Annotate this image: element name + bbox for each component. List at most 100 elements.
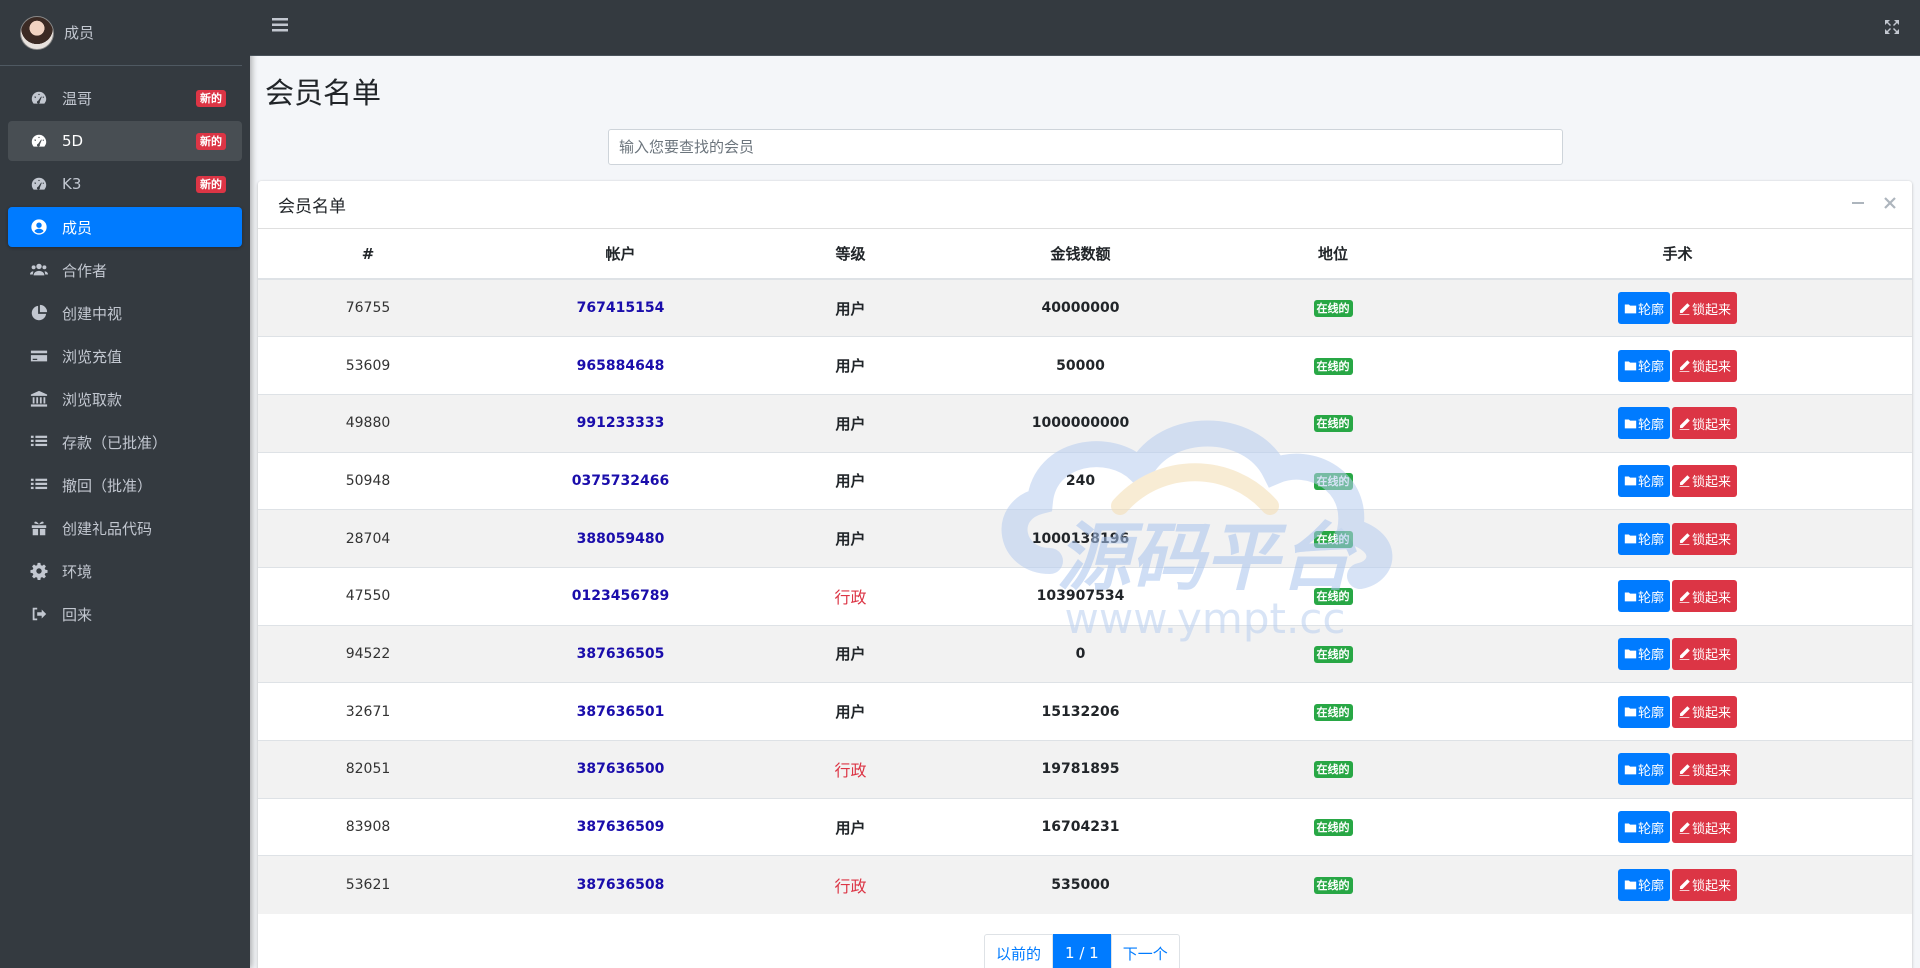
lock-button[interactable]: 锁起来 <box>1672 753 1738 786</box>
member-account-link[interactable]: 0123456789 <box>478 566 763 626</box>
user-panel[interactable]: 成员 <box>0 0 242 66</box>
pie-chart-icon <box>28 304 50 322</box>
sidebar-item-10[interactable]: 撤回（批准） <box>8 465 242 505</box>
status-cell: 在线的 <box>1223 278 1443 337</box>
sidebar-item-12[interactable]: 环境 <box>8 551 242 591</box>
current-page[interactable]: 1 / 1 <box>1053 934 1111 968</box>
member-account-link[interactable]: 0375732466 <box>478 451 763 510</box>
status-cell: 在线的 <box>1223 624 1443 683</box>
sidebar-item-label: K3 <box>62 175 82 193</box>
lock-button-label: 锁起来 <box>1692 706 1732 722</box>
new-badge: 新的 <box>196 176 226 193</box>
lock-button[interactable]: 锁起来 <box>1672 407 1738 440</box>
sidebar-item-label: 环境 <box>62 562 93 581</box>
sidebar-item-7[interactable]: 浏览充值 <box>8 336 242 376</box>
sidebar-item-label: 温哥 <box>62 89 93 108</box>
col-header-id: # <box>258 229 478 280</box>
member-account-link[interactable]: 991233333 <box>478 393 763 453</box>
member-search-input[interactable] <box>608 129 1563 165</box>
member-id: 83908 <box>258 797 478 856</box>
lock-button[interactable]: 锁起来 <box>1672 292 1738 325</box>
profile-button[interactable]: 轮廓 <box>1617 580 1670 613</box>
profile-button-label: 轮廓 <box>1637 590 1664 606</box>
user-name: 成员 <box>64 24 95 42</box>
status-badge: 在线的 <box>1313 472 1353 490</box>
status-cell: 在线的 <box>1223 682 1443 741</box>
lock-button[interactable]: 锁起来 <box>1672 811 1738 844</box>
close-icon[interactable] <box>1882 195 1898 211</box>
member-account-link[interactable]: 387636509 <box>478 797 763 856</box>
table-header-row: # 帐户 等级 金钱数额 地位 手术 <box>258 229 1912 280</box>
pencil-icon <box>1678 878 1692 892</box>
status-badge: 在线的 <box>1313 761 1353 779</box>
sidebar-item-1[interactable]: 温哥 新的 <box>8 78 242 118</box>
sidebar-item-9[interactable]: 存款（已批准） <box>8 422 242 462</box>
profile-button[interactable]: 轮廓 <box>1617 464 1670 497</box>
lock-button[interactable]: 锁起来 <box>1672 868 1738 901</box>
collapse-icon[interactable] <box>1850 195 1866 211</box>
lock-button[interactable]: 锁起来 <box>1672 349 1738 382</box>
sidebar-item-label: 创建中视 <box>62 304 123 323</box>
lock-button[interactable]: 锁起来 <box>1672 464 1738 497</box>
member-level: 用户 <box>763 509 938 568</box>
profile-button[interactable]: 轮廓 <box>1617 522 1670 555</box>
sidebar-item-8[interactable]: 浏览取款 <box>8 379 242 419</box>
member-account-link[interactable]: 388059480 <box>478 509 763 568</box>
profile-button[interactable]: 轮廓 <box>1617 868 1670 901</box>
member-account-link[interactable]: 387636501 <box>478 682 763 741</box>
member-account-link[interactable]: 387636508 <box>478 855 763 914</box>
sidebar-item-2[interactable]: 5D 新的 <box>8 121 242 161</box>
profile-button[interactable]: 轮廓 <box>1617 637 1670 670</box>
member-level: 行政 <box>763 566 938 626</box>
lock-button[interactable]: 锁起来 <box>1672 695 1738 728</box>
sidebar-item-label: 浏览取款 <box>62 390 123 409</box>
member-money: 1000138196 <box>938 509 1223 568</box>
profile-button[interactable]: 轮廓 <box>1617 811 1670 844</box>
lock-button[interactable]: 锁起来 <box>1672 580 1738 613</box>
profile-button[interactable]: 轮廓 <box>1617 695 1670 728</box>
profile-button[interactable]: 轮廓 <box>1617 753 1670 786</box>
lock-button-label: 锁起来 <box>1692 821 1732 837</box>
lock-button[interactable]: 锁起来 <box>1672 637 1738 670</box>
member-account-link[interactable]: 387636505 <box>478 624 763 683</box>
lock-button-label: 锁起来 <box>1692 360 1732 376</box>
pencil-icon <box>1678 705 1692 719</box>
list-icon <box>28 476 50 494</box>
member-account-link[interactable]: 387636500 <box>478 740 763 799</box>
member-account-link[interactable]: 767415154 <box>478 278 763 337</box>
table-row: 49880 991233333 用户 1000000000 在线的 轮廓 锁起来 <box>258 393 1912 453</box>
sidebar-item-6[interactable]: 创建中视 <box>8 293 242 333</box>
bank-icon <box>28 390 50 408</box>
member-level: 用户 <box>763 278 938 337</box>
member-id: 53609 <box>258 336 478 395</box>
list-icon <box>28 433 50 451</box>
pencil-icon <box>1678 532 1692 546</box>
table-row: 83908 387636509 用户 16704231 在线的 轮廓 锁起来 <box>258 797 1912 856</box>
sidebar-item-4[interactable]: 成员 <box>8 207 242 247</box>
sidebar-item-label: 浏览充值 <box>62 347 123 366</box>
sidebar-item-label: 合作者 <box>62 261 108 280</box>
member-account-link[interactable]: 965884648 <box>478 336 763 395</box>
sidebar: 成员 温哥 新的 5D 新的 K3 新的 成员 合作者 创建中视 浏览充值 浏览取款 存款（已批准）撤… <box>0 0 250 968</box>
sidebar-item-13[interactable]: 回来 <box>8 594 242 634</box>
fullscreen-icon[interactable] <box>1884 19 1900 35</box>
lock-button-label: 锁起来 <box>1692 533 1732 549</box>
profile-button[interactable]: 轮廓 <box>1617 407 1670 440</box>
profile-button-label: 轮廓 <box>1637 417 1664 433</box>
sidebar-item-11[interactable]: 创建礼品代码 <box>8 508 242 548</box>
profile-button[interactable]: 轮廓 <box>1617 292 1670 325</box>
status-badge: 在线的 <box>1313 415 1353 433</box>
sidebar-item-5[interactable]: 合作者 <box>8 250 242 290</box>
prev-page-button[interactable]: 以前的 <box>984 934 1054 968</box>
status-cell: 在线的 <box>1223 451 1443 510</box>
next-page-button[interactable]: 下一个 <box>1110 934 1180 968</box>
profile-button[interactable]: 轮廓 <box>1617 349 1670 382</box>
member-level: 用户 <box>763 393 938 453</box>
status-badge: 在线的 <box>1313 876 1353 894</box>
menu-toggle-icon[interactable] <box>272 17 290 37</box>
user-circle-icon <box>28 218 50 236</box>
col-header-level: 等级 <box>763 229 938 280</box>
lock-button[interactable]: 锁起来 <box>1672 522 1738 555</box>
credit-card-icon <box>28 347 50 365</box>
sidebar-item-3[interactable]: K3 新的 <box>8 164 242 204</box>
